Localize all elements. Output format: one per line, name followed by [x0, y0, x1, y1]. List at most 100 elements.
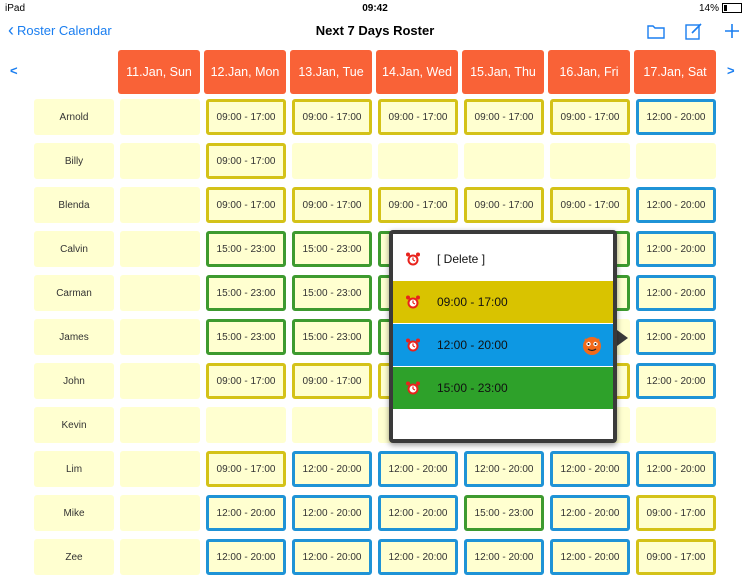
- shift-cell[interactable]: 09:00 - 17:00: [206, 451, 286, 487]
- shift-cell[interactable]: 09:00 - 17:00: [206, 99, 286, 135]
- status-time: 09:42: [362, 3, 388, 14]
- day-header: 11.Jan, Sun: [118, 50, 200, 94]
- shift-cell[interactable]: 12:00 - 20:00: [636, 275, 716, 311]
- shift-cell[interactable]: 12:00 - 20:00: [636, 451, 716, 487]
- staff-name: Lim: [34, 451, 114, 487]
- shift-option[interactable]: 15:00 - 23:00: [393, 367, 613, 409]
- shift-cell[interactable]: [120, 539, 200, 575]
- shift-cell[interactable]: [292, 143, 372, 179]
- shift-cell[interactable]: 09:00 - 17:00: [550, 187, 630, 223]
- shift-cell[interactable]: 12:00 - 20:00: [464, 451, 544, 487]
- add-button[interactable]: [722, 21, 742, 41]
- staff-name: Mike: [34, 495, 114, 531]
- shift-cell[interactable]: 12:00 - 20:00: [292, 495, 372, 531]
- shift-cell[interactable]: [120, 495, 200, 531]
- day-header: 16.Jan, Fri: [548, 50, 630, 94]
- shift-cell[interactable]: 09:00 - 17:00: [206, 143, 286, 179]
- shift-cell[interactable]: 12:00 - 20:00: [550, 539, 630, 575]
- shift-option-label: 15:00 - 23:00: [437, 381, 508, 395]
- shift-cell[interactable]: 12:00 - 20:00: [550, 451, 630, 487]
- shift-cell[interactable]: [120, 231, 200, 267]
- shift-cell[interactable]: 15:00 - 23:00: [292, 231, 372, 267]
- shift-cell[interactable]: 09:00 - 17:00: [292, 187, 372, 223]
- shift-option[interactable]: 09:00 - 17:00: [393, 281, 613, 323]
- folder-icon: [647, 24, 665, 39]
- compose-icon: [685, 23, 702, 40]
- nav-bar: ‹ Roster Calendar Next 7 Days Roster: [0, 17, 750, 45]
- day-header: 14.Jan, Wed: [376, 50, 458, 94]
- battery-percent: 14%: [698, 3, 719, 14]
- shift-cell[interactable]: [120, 187, 200, 223]
- shift-cell[interactable]: 12:00 - 20:00: [206, 539, 286, 575]
- edit-button[interactable]: [684, 21, 704, 41]
- prev-week-arrow[interactable]: <: [10, 63, 18, 78]
- staff-name: Kevin: [34, 407, 114, 443]
- shift-cell[interactable]: [206, 407, 286, 443]
- shift-cell[interactable]: 15:00 - 23:00: [206, 319, 286, 355]
- shift-cell[interactable]: 15:00 - 23:00: [206, 231, 286, 267]
- shift-cell[interactable]: 12:00 - 20:00: [636, 231, 716, 267]
- shift-cell[interactable]: 12:00 - 20:00: [636, 99, 716, 135]
- shift-cell[interactable]: 09:00 - 17:00: [292, 99, 372, 135]
- shift-cell[interactable]: 12:00 - 20:00: [292, 539, 372, 575]
- shift-cell[interactable]: 12:00 - 20:00: [378, 539, 458, 575]
- shift-cell[interactable]: 12:00 - 20:00: [292, 451, 372, 487]
- shift-cell[interactable]: [550, 143, 630, 179]
- shift-cell[interactable]: [120, 275, 200, 311]
- mascot-icon: [581, 334, 603, 356]
- popup-pointer: [617, 330, 628, 346]
- shift-cell[interactable]: [120, 407, 200, 443]
- shift-cell[interactable]: 09:00 - 17:00: [464, 99, 544, 135]
- staff-name: Calvin: [34, 231, 114, 267]
- alarm-clock-icon: [405, 294, 421, 310]
- shift-cell[interactable]: 12:00 - 20:00: [550, 495, 630, 531]
- shift-picker-popup: [ Delete ] 09:00 - 17:00 12:00 - 20:00 15:0…: [389, 230, 617, 443]
- shift-cell[interactable]: 09:00 - 17:00: [464, 187, 544, 223]
- shift-cell[interactable]: 09:00 - 17:00: [636, 539, 716, 575]
- shift-cell[interactable]: [636, 143, 716, 179]
- staff-name: Arnold: [34, 99, 114, 135]
- delete-shift-option[interactable]: [ Delete ]: [393, 238, 613, 280]
- folder-button[interactable]: [646, 21, 666, 41]
- staff-name: Zee: [34, 539, 114, 575]
- shift-cell[interactable]: [120, 319, 200, 355]
- staff-name: Carman: [34, 275, 114, 311]
- shift-cell[interactable]: 09:00 - 17:00: [292, 363, 372, 399]
- shift-cell[interactable]: 12:00 - 20:00: [636, 187, 716, 223]
- shift-cell[interactable]: 15:00 - 23:00: [292, 319, 372, 355]
- shift-cell[interactable]: 09:00 - 17:00: [206, 363, 286, 399]
- shift-cell[interactable]: [464, 143, 544, 179]
- shift-cell[interactable]: 12:00 - 20:00: [636, 319, 716, 355]
- shift-cell[interactable]: 12:00 - 20:00: [378, 495, 458, 531]
- shift-cell[interactable]: 12:00 - 20:00: [636, 363, 716, 399]
- shift-cell[interactable]: [120, 99, 200, 135]
- shift-cell[interactable]: [292, 407, 372, 443]
- shift-cell[interactable]: 15:00 - 23:00: [464, 495, 544, 531]
- alarm-clock-icon: [405, 380, 421, 396]
- shift-cell[interactable]: 09:00 - 17:00: [206, 187, 286, 223]
- shift-option-label: 09:00 - 17:00: [437, 295, 508, 309]
- next-week-arrow[interactable]: >: [727, 63, 735, 78]
- shift-cell[interactable]: [378, 143, 458, 179]
- shift-cell[interactable]: 15:00 - 23:00: [292, 275, 372, 311]
- staff-name: James: [34, 319, 114, 355]
- shift-cell[interactable]: 09:00 - 17:00: [636, 495, 716, 531]
- staff-name: Billy: [34, 143, 114, 179]
- shift-cell[interactable]: 09:00 - 17:00: [378, 187, 458, 223]
- shift-cell[interactable]: 09:00 - 17:00: [378, 99, 458, 135]
- shift-cell[interactable]: 12:00 - 20:00: [206, 495, 286, 531]
- shift-cell[interactable]: [120, 451, 200, 487]
- shift-cell[interactable]: 12:00 - 20:00: [464, 539, 544, 575]
- shift-cell[interactable]: [636, 407, 716, 443]
- alarm-clock-icon: [405, 251, 421, 267]
- day-header: 13.Jan, Tue: [290, 50, 372, 94]
- day-header: 15.Jan, Thu: [462, 50, 544, 94]
- staff-name: Blenda: [34, 187, 114, 223]
- shift-cell[interactable]: 15:00 - 23:00: [206, 275, 286, 311]
- shift-option[interactable]: 12:00 - 20:00: [393, 324, 613, 366]
- shift-cell[interactable]: 12:00 - 20:00: [378, 451, 458, 487]
- shift-cell[interactable]: [120, 363, 200, 399]
- shift-cell[interactable]: 09:00 - 17:00: [550, 99, 630, 135]
- plus-icon: [725, 24, 739, 38]
- shift-cell[interactable]: [120, 143, 200, 179]
